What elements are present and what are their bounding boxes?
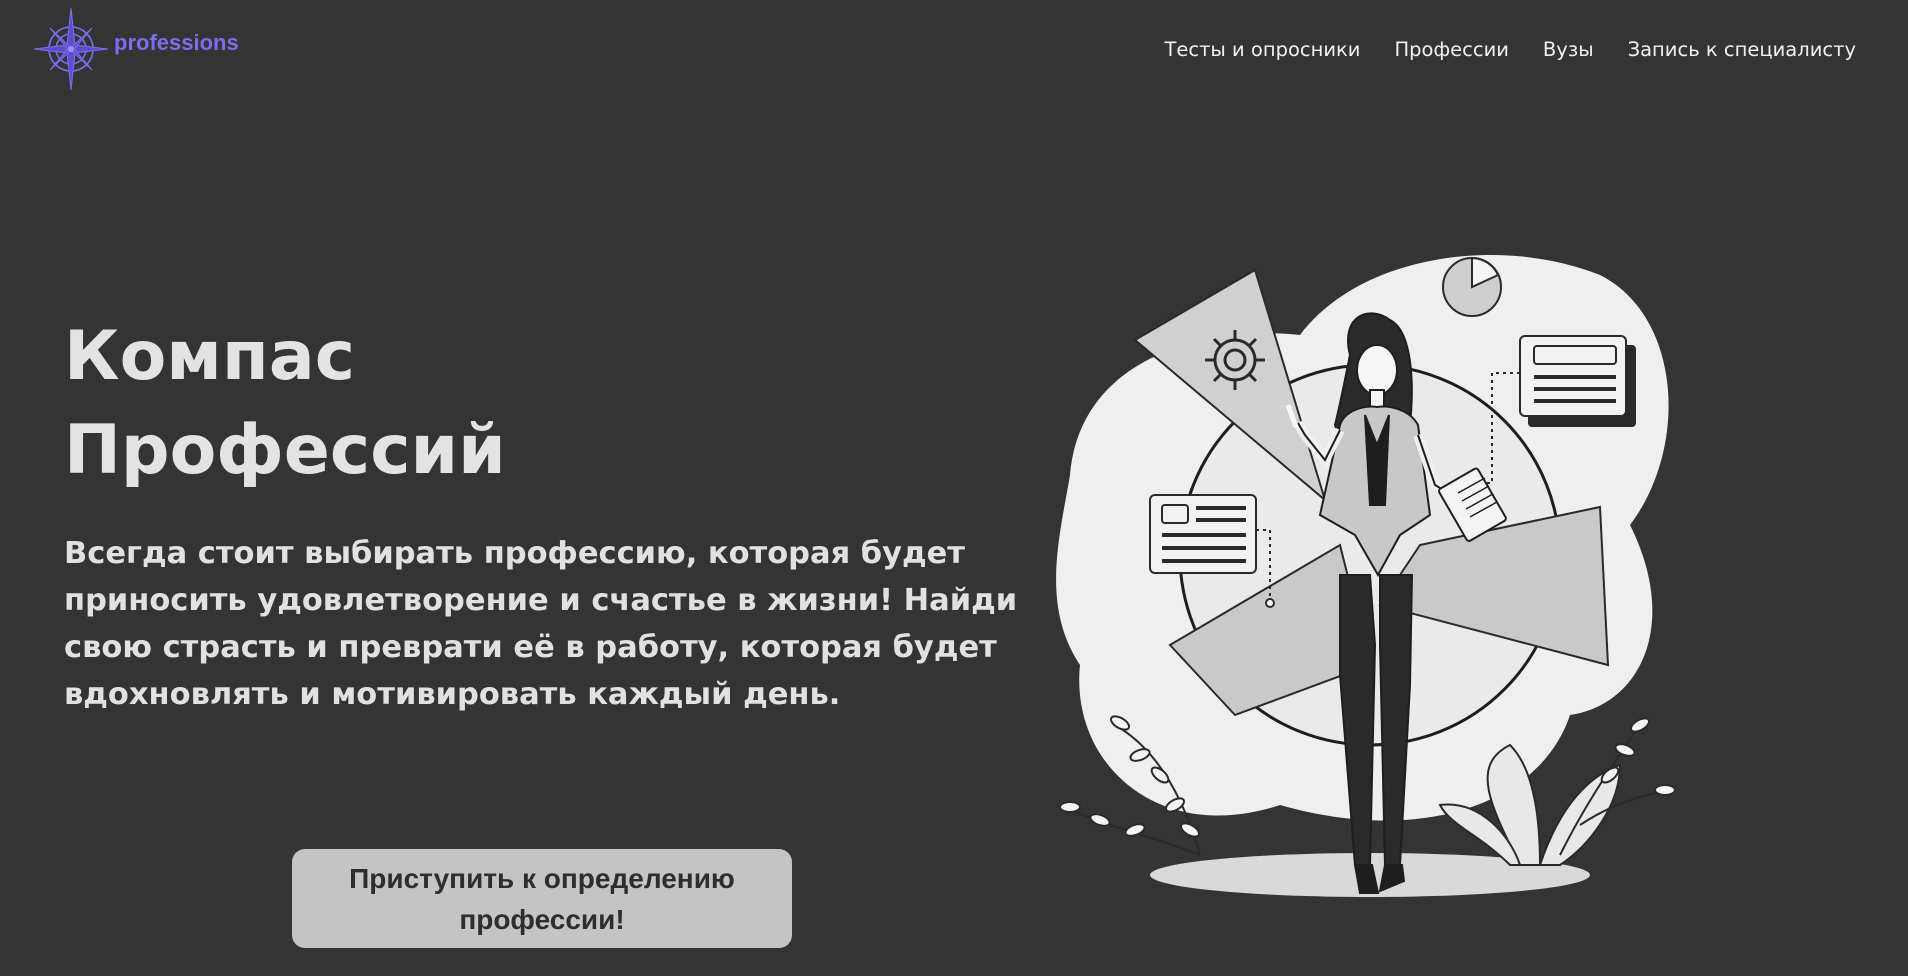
logo-text: professions [114, 30, 239, 55]
compass-logo-icon [34, 7, 108, 91]
hero-title-line2: Профессий [64, 411, 506, 490]
hero-description: Всегда стоит выбирать профессию, которая… [64, 536, 1018, 712]
pie-chart-icon [1442, 256, 1502, 317]
nav-professions[interactable]: Профессии [1394, 38, 1508, 61]
start-button[interactable]: Приступить к определению профессии! [292, 849, 792, 948]
nav-specialist-booking[interactable]: Запись к специалисту [1628, 38, 1856, 61]
document-icon [1149, 494, 1257, 574]
card-icon [1519, 335, 1636, 427]
hero-title: Компас Профессий [64, 310, 664, 498]
main-nav: Тесты и опросники Профессии Вузы Запись … [1164, 38, 1856, 61]
landing-page: professions Тесты и опросники Профессии … [0, 0, 1908, 976]
career-illustration-image [1056, 255, 1676, 897]
hero-title-line1: Компас [64, 317, 356, 396]
nav-tests[interactable]: Тесты и опросники [1164, 38, 1360, 61]
hero-illustration [1040, 245, 1700, 905]
logo-link[interactable]: professions [34, 6, 239, 92]
nav-universities[interactable]: Вузы [1543, 38, 1594, 61]
